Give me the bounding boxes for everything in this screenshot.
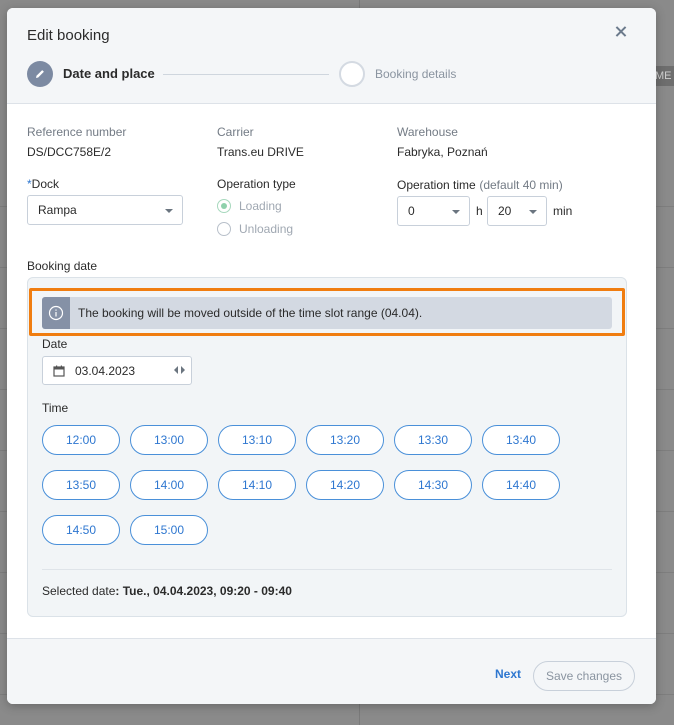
date-value: 03.04.2023 (75, 363, 136, 378)
edit-booking-modal: Edit booking Date and place Booking deta… (7, 8, 656, 704)
radio-unchecked-icon (217, 222, 231, 236)
radio-unloading[interactable]: Unloading (217, 222, 293, 236)
hours-unit: h (476, 204, 483, 218)
carrier-field: Carrier Trans.eu DRIVE (217, 125, 304, 159)
selected-date: Selected date: Tue., 04.04.2023, 09:20 -… (42, 584, 292, 598)
calendar-icon (53, 365, 65, 377)
chevron-left-icon[interactable] (174, 366, 178, 374)
pencil-icon[interactable] (27, 61, 53, 87)
reference-value: DS/DCC758E/2 (27, 145, 112, 159)
reference-label: Reference number (27, 125, 127, 139)
date-label: Date (42, 337, 68, 351)
time-slot-button[interactable]: 14:10 (218, 470, 296, 500)
chevron-right-icon[interactable] (181, 366, 185, 374)
minutes-unit: min (553, 204, 573, 218)
time-slot-button[interactable]: 13:50 (42, 470, 120, 500)
divider (42, 569, 612, 570)
alert-text: The booking will be moved outside of the… (78, 306, 423, 320)
time-slot-button[interactable]: 13:40 (482, 425, 560, 455)
info-icon (42, 297, 70, 329)
time-slot-button[interactable]: 14:00 (130, 470, 208, 500)
time-slot-button[interactable]: 13:10 (218, 425, 296, 455)
modal-footer: Next Save changes (7, 638, 656, 704)
time-slot-button[interactable]: 13:00 (130, 425, 208, 455)
time-slot-button[interactable]: 13:30 (394, 425, 472, 455)
chevron-down-icon (452, 210, 460, 214)
step-booking-details[interactable]: Booking details (375, 67, 456, 81)
step-circle-booking-details[interactable] (339, 61, 365, 87)
modal-title: Edit booking (27, 27, 110, 44)
alert-highlight: The booking will be moved outside of the… (29, 288, 625, 336)
time-slot-button[interactable]: 15:00 (130, 515, 208, 545)
booking-date-label: Booking date (27, 258, 97, 273)
time-slot-button[interactable]: 14:40 (482, 470, 560, 500)
step-date-and-place[interactable]: Date and place (63, 66, 155, 81)
booking-date-label-text: Booking date (27, 259, 98, 273)
operation-type-label-text: Operation type (217, 177, 296, 191)
warehouse-field: Warehouse Fabryka, Poznań (397, 125, 488, 159)
carrier-value: Trans.eu DRIVE (217, 145, 304, 159)
next-button[interactable]: Next (495, 667, 521, 681)
operation-time-hint: (default 40 min) (479, 178, 563, 192)
warehouse-label: Warehouse (397, 125, 458, 139)
dock-value: Rampa (38, 203, 77, 217)
operation-type-label: Operation type (217, 176, 296, 191)
hours-select[interactable]: 0 (397, 196, 470, 226)
radio-checked-icon (217, 199, 231, 213)
time-slot-button[interactable]: 14:50 (42, 515, 120, 545)
selected-date-value: : Tue., 04.04.2023, 09:20 - 09:40 (115, 584, 292, 598)
radio-loading[interactable]: Loading (217, 199, 282, 213)
time-slot-button[interactable]: 14:30 (394, 470, 472, 500)
step-connector (163, 74, 329, 75)
hours-value: 0 (408, 204, 415, 218)
time-label: Time (42, 401, 69, 415)
booking-date-panel: The booking will be moved outside of the… (27, 277, 627, 617)
dock-label: *Dock (27, 176, 59, 191)
radio-unloading-label: Unloading (239, 222, 294, 236)
close-icon[interactable] (612, 23, 630, 41)
time-slot-button[interactable]: 13:20 (306, 425, 384, 455)
alert-banner: The booking will be moved outside of the… (42, 297, 612, 329)
operation-time-label-text: Operation time (397, 178, 476, 192)
modal-header: Edit booking Date and place Booking deta… (7, 8, 656, 104)
reference-number-field: Reference number DS/DCC758E/2 (27, 125, 126, 159)
time-slot-button[interactable]: 12:00 (42, 425, 120, 455)
chevron-down-icon (165, 209, 173, 213)
selected-date-prefix: Selected date (42, 584, 116, 598)
date-stepper-arrows[interactable] (174, 366, 185, 374)
stepper: Date and place Booking details (27, 61, 547, 87)
dock-label-text: Dock (31, 177, 60, 191)
minutes-select[interactable]: 20 (487, 196, 547, 226)
carrier-label: Carrier (217, 125, 254, 139)
date-input[interactable]: 03.04.2023 (42, 356, 192, 385)
radio-loading-label: Loading (239, 199, 282, 213)
dock-select[interactable]: Rampa (27, 195, 183, 225)
save-changes-button[interactable]: Save changes (533, 661, 635, 691)
chevron-down-icon (529, 210, 537, 214)
minutes-value: 20 (498, 204, 512, 218)
warehouse-value: Fabryka, Poznań (397, 145, 488, 159)
operation-time-label: Operation time (default 40 min) (397, 177, 563, 192)
time-slot-button[interactable]: 14:20 (306, 470, 384, 500)
